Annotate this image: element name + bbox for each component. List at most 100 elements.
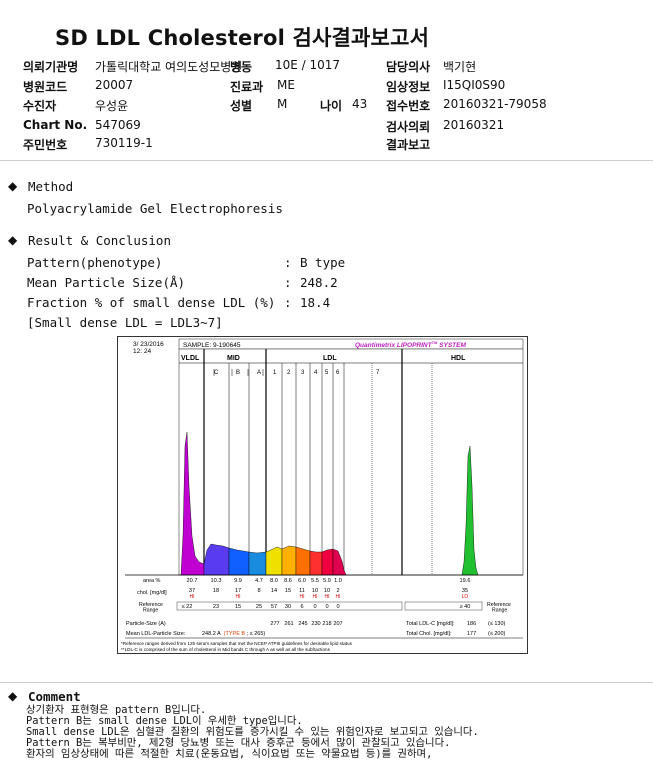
ref-value: 23: [213, 604, 219, 610]
pattern-label: Pattern(phenotype): [27, 255, 163, 270]
ref-value: 6: [300, 604, 303, 610]
mean-size-value: 248.2: [300, 275, 338, 290]
patient-label: 수진자: [23, 99, 57, 113]
comment-body: 상기환자 표현형은 pattern B입니다. Pattern B는 small…: [26, 705, 479, 760]
ref-value: 0: [325, 604, 328, 610]
result-bullet-icon: ◆: [8, 233, 18, 247]
fill-ldl4: [309, 550, 323, 576]
area-value: 4.7: [255, 578, 263, 584]
resident-no-value: 730119-1: [95, 136, 153, 150]
group-label-hdl: HDL: [451, 355, 466, 362]
report-title: SD LDL Cholesterol 검사결과보고서: [55, 26, 430, 50]
department-label: 진료과: [230, 80, 264, 94]
particle-size-value: 277: [270, 621, 279, 627]
institution-label: 의뢰기관명: [23, 60, 79, 74]
particle-size-value: 261: [284, 621, 293, 627]
row-label-chol: chol. [mg/dl]: [137, 590, 167, 596]
sex-label: 성별: [230, 99, 253, 113]
chart-no-value: 547069: [95, 118, 141, 132]
method-title: Method: [28, 179, 74, 194]
header-divider: [0, 160, 653, 161]
total-ldl-ref: (≤ 130): [488, 621, 506, 627]
method-text: Polyacrylamide Gel Electrophoresis: [27, 201, 283, 216]
hospital-code-label: 병원코드: [23, 80, 68, 94]
clinical-info-value: I15QI0S90: [443, 78, 506, 92]
total-chol-label: Total Chol. [mg/dl]:: [406, 631, 452, 637]
comment-title: Comment: [28, 689, 81, 704]
area-value: 19.6: [460, 578, 471, 584]
pattern-value: B type: [300, 255, 346, 270]
particle-size-value: 230: [311, 621, 320, 627]
total-chol-value: 177: [467, 631, 476, 637]
total-ldl-value: 186: [467, 621, 476, 627]
ref-value: ≥ 40: [460, 604, 471, 610]
area-value: 6.0: [298, 578, 306, 584]
fill-mid-c: [203, 543, 230, 576]
request-date-value: 20160321: [443, 118, 505, 132]
age-label: 나이: [320, 99, 343, 113]
row-label-particle-size: Particle-Size (A): [126, 621, 166, 627]
plot-area: VLDL MID LDL HDL CBA1234567: [178, 348, 524, 576]
clinical-info-label: 임상정보: [386, 80, 431, 94]
chart-time: 12: 24: [133, 348, 151, 355]
comment-bullet-icon: ◆: [8, 689, 18, 703]
chart-brand: Quantimetrix LIPOPRINTTM SYSTEM: [355, 340, 466, 349]
pattern-sep: :: [284, 255, 292, 270]
particle-size-value: 245: [298, 621, 307, 627]
mean-ldl-size-label: Mean LDL-Particle Size:: [126, 631, 186, 637]
chart-no-label: Chart No.: [23, 118, 88, 132]
group-label-vldl: VLDL: [181, 355, 200, 362]
flag-value: HI: [325, 594, 330, 600]
receipt-no-value: 20160321-79058: [443, 97, 547, 111]
fill-ldl1: [265, 546, 283, 576]
lipoprint-electrophoresis-chart: 3/ 23/2016 12: 24 SAMPLE: 9-190645 Quant…: [117, 336, 528, 654]
doctor-label: 담당의사: [386, 60, 431, 74]
chart-footnote-1: *Reference ranges derived from 125 serum…: [121, 641, 353, 646]
department-value: ME: [277, 78, 295, 92]
ref-value: 0: [336, 604, 339, 610]
age-value: 43: [352, 97, 368, 111]
mean-size-sep: :: [284, 275, 292, 290]
area-value: 5.5: [311, 578, 319, 584]
resident-no-label: 주민번호: [23, 138, 68, 152]
method-bullet-icon: ◆: [8, 179, 18, 193]
sdldl-fraction-sep: :: [284, 295, 292, 310]
flag-value: HI: [300, 594, 305, 600]
receipt-no-label: 접수번호: [386, 99, 431, 113]
flag-value: HI: [236, 594, 241, 600]
hospital-code-value: 20007: [95, 78, 134, 92]
total-ldl-label: Total LDL-C [mg/dl]:: [406, 621, 455, 627]
fill-ldl3: [295, 546, 311, 576]
area-value: 8.0: [270, 578, 278, 584]
chart-footnote-2: **LDL-C is comprised of the sum of chole…: [121, 647, 331, 652]
flag-value: HI: [336, 594, 341, 600]
area-value: 8.6: [284, 578, 292, 584]
mean-size-label: Mean Particle Size(Å): [27, 275, 186, 290]
patient-value: 우성윤: [95, 99, 129, 113]
flag-value: LO: [462, 594, 469, 600]
fill-mid-a: [248, 551, 267, 576]
sex-value: M: [277, 97, 288, 111]
particle-size-value: 218: [322, 621, 331, 627]
chol-value: 18: [213, 588, 219, 594]
ref-value: 15: [235, 604, 241, 610]
mean-ldl-size-value: 248.2 A (TYPE B ; ≤ 265): [202, 631, 265, 637]
chol-value: 8: [257, 588, 260, 594]
ref-value: 30: [285, 604, 291, 610]
result-title: Result & Conclusion: [28, 233, 171, 248]
sdldl-fraction-value: 18.4: [300, 295, 331, 310]
flag-value: HI: [190, 594, 195, 600]
band-label-c: C: [214, 370, 219, 376]
group-label-ldl: LDL: [323, 355, 337, 362]
chol-value: 14: [271, 588, 277, 594]
report-date-label: 결과보고: [386, 138, 431, 152]
ref-value: 57: [271, 604, 277, 610]
ref-value: 25: [256, 604, 262, 610]
row-label-area: area %: [143, 578, 161, 584]
total-chol-ref: (≤ 200): [488, 631, 506, 637]
chart-sample: SAMPLE: 9-190645: [183, 342, 241, 349]
ward-value: 10E / 1017: [275, 58, 341, 72]
band-label-a: A: [257, 370, 261, 376]
request-date-label: 검사의뢰: [386, 120, 431, 134]
comment-divider: [0, 682, 653, 683]
